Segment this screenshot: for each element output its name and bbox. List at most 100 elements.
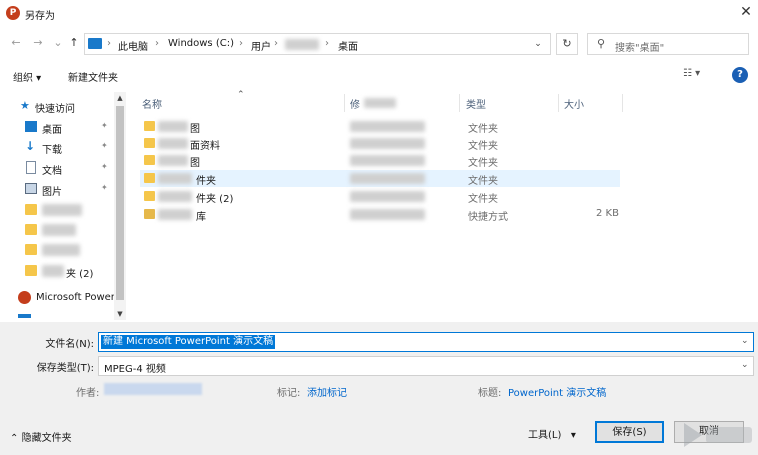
forward-button[interactable]: → — [30, 34, 46, 52]
column-divider[interactable] — [622, 94, 623, 112]
tools-label: 工具(L) — [528, 430, 562, 441]
folder-icon — [25, 224, 37, 235]
hide-folders-button[interactable]: ⌃ 隐藏文件夹 — [10, 429, 72, 444]
sidebar-item-label: 下载 — [42, 145, 62, 156]
folder-icon — [25, 265, 37, 276]
search-input[interactable]: 搜索"桌面" — [615, 39, 664, 54]
address-bar[interactable]: › 此电脑 › Windows (C:) › 用户 › › 桌面 ⌄ — [84, 33, 551, 55]
chevron-up-icon: ⌃ — [10, 433, 19, 444]
view-options-icon[interactable]: ☷ ▾ — [683, 68, 700, 79]
column-divider[interactable] — [344, 94, 345, 112]
column-header-date[interactable]: 修 — [350, 96, 360, 111]
pin-icon[interactable]: ✦ — [101, 121, 108, 130]
shortcut-icon — [144, 209, 155, 219]
file-name: 面资料 — [190, 141, 220, 152]
redacted-file-name — [158, 173, 192, 184]
desktop-icon — [25, 121, 37, 132]
sidebar-item-documents[interactable]: 文档 ✦ — [0, 158, 112, 178]
navigation-bar: ← → ⌄ ↑ › 此电脑 › Windows (C:) › 用户 › › 桌面… — [0, 30, 758, 58]
file-row[interactable]: 图 文件夹 — [140, 152, 620, 169]
file-row[interactable]: 件夹 (2) 文件夹 — [140, 188, 620, 205]
redacted-file-name — [158, 155, 188, 166]
redacted-file-name — [158, 191, 192, 202]
chevron-down-icon[interactable]: ⌄ — [741, 336, 749, 346]
organize-label: 组织 — [13, 73, 33, 84]
redacted-folder-name — [42, 244, 80, 256]
file-type: 快捷方式 — [468, 212, 508, 223]
column-divider[interactable] — [459, 94, 460, 112]
redacted-folder-name — [42, 265, 64, 277]
redacted-folder-name — [42, 204, 82, 216]
add-tags-link[interactable]: 添加标记 — [307, 384, 347, 399]
star-icon: ★ — [20, 99, 30, 112]
folder-icon — [144, 121, 155, 131]
sidebar-item-powerpoint[interactable]: Microsoft Power — [0, 288, 115, 308]
breadcrumb-drive-c[interactable]: Windows (C:) — [168, 38, 234, 49]
tools-menu-button[interactable]: 工具(L) ▾ — [528, 426, 576, 441]
save-button[interactable]: 保存(S) — [595, 421, 664, 443]
sidebar-item-label: 图片 — [42, 187, 62, 198]
sidebar-item-folder[interactable] — [0, 220, 112, 240]
column-header-name[interactable]: 名称 — [142, 96, 162, 111]
file-row[interactable]: 图 文件夹 — [140, 118, 620, 135]
redacted-author[interactable] — [104, 383, 202, 395]
search-box[interactable]: ⚲ 搜索"桌面" — [587, 33, 749, 55]
watermark-logo — [680, 417, 756, 453]
new-folder-button[interactable]: 新建文件夹 — [68, 69, 118, 84]
sidebar-item-pictures[interactable]: 图片 ✦ — [0, 179, 112, 199]
scroll-up-icon[interactable]: ▲ — [114, 92, 126, 104]
pin-icon[interactable]: ✦ — [101, 162, 108, 171]
navigation-pane-scrollbar[interactable]: ▲ ▼ — [114, 92, 126, 320]
redacted-file-name — [158, 138, 188, 149]
pin-icon[interactable]: ✦ — [101, 183, 108, 192]
file-size: 2 KB — [596, 208, 619, 219]
chevron-down-icon[interactable]: ⌄ — [531, 37, 545, 51]
column-header-size[interactable]: 大小 — [564, 96, 584, 111]
breadcrumb-desktop[interactable]: 桌面 — [338, 38, 358, 53]
document-icon — [26, 161, 36, 174]
filetype-select[interactable]: MPEG-4 视频 ⌄ — [98, 356, 754, 376]
sidebar-item-folder[interactable] — [0, 200, 112, 220]
back-button[interactable]: ← — [8, 34, 24, 52]
filetype-value: MPEG-4 视频 — [104, 364, 166, 375]
sidebar-item-label: 夹 (2) — [66, 269, 94, 280]
column-header-type[interactable]: 类型 — [466, 96, 486, 111]
title-link[interactable]: PowerPoint 演示文稿 — [508, 384, 606, 399]
file-name: 图 — [190, 158, 200, 169]
recent-locations-button[interactable]: ⌄ — [50, 34, 66, 52]
breadcrumb-users[interactable]: 用户 — [251, 38, 271, 53]
title-label: 标题: — [478, 388, 502, 399]
column-divider[interactable] — [558, 94, 559, 112]
file-type: 文件夹 — [468, 194, 498, 205]
pin-icon[interactable]: ✦ — [101, 141, 108, 150]
file-type: 文件夹 — [468, 141, 498, 152]
breadcrumb-separator: › — [155, 38, 159, 49]
filename-field[interactable]: 新建 Microsoft PowerPoint 演示文稿 ⌄ — [98, 332, 754, 352]
search-icon: ⚲ — [597, 37, 606, 50]
refresh-button[interactable]: ↻ — [556, 33, 578, 55]
organize-button[interactable]: 组织 ▾ — [13, 69, 41, 84]
sidebar-item-quick-access[interactable]: ★ 快速访问 — [0, 96, 112, 116]
chevron-down-icon[interactable]: ⌄ — [741, 360, 749, 370]
sidebar-item-folder-2[interactable]: 夹 (2) — [0, 261, 112, 281]
sidebar-item-downloads[interactable]: ↓ 下载 ✦ — [0, 137, 112, 157]
tags-label: 标记: — [277, 388, 301, 399]
scrollbar-thumb[interactable] — [116, 106, 124, 300]
help-icon[interactable]: ? — [732, 67, 748, 83]
file-row[interactable]: 面资料 文件夹 — [140, 135, 620, 152]
filename-input[interactable]: 新建 Microsoft PowerPoint 演示文稿 — [101, 335, 276, 349]
file-type: 文件夹 — [468, 124, 498, 135]
file-row-selected[interactable]: 件夹 文件夹 — [140, 170, 620, 187]
close-button[interactable]: ✕ — [738, 4, 754, 20]
breadcrumb-this-pc[interactable]: 此电脑 — [118, 38, 148, 53]
filename-label: 文件名(N): — [45, 339, 94, 350]
author-label: 作者: — [76, 388, 100, 399]
file-row[interactable]: 库 快捷方式 2 KB — [140, 206, 620, 223]
up-button[interactable]: ↑ — [66, 34, 82, 52]
sidebar-item-folder[interactable] — [0, 240, 112, 260]
download-icon: ↓ — [25, 139, 36, 153]
sidebar-item-desktop[interactable]: 桌面 ✦ — [0, 117, 112, 137]
picture-icon — [25, 183, 37, 194]
folder-icon — [144, 155, 155, 165]
scroll-down-icon[interactable]: ▼ — [114, 308, 126, 320]
